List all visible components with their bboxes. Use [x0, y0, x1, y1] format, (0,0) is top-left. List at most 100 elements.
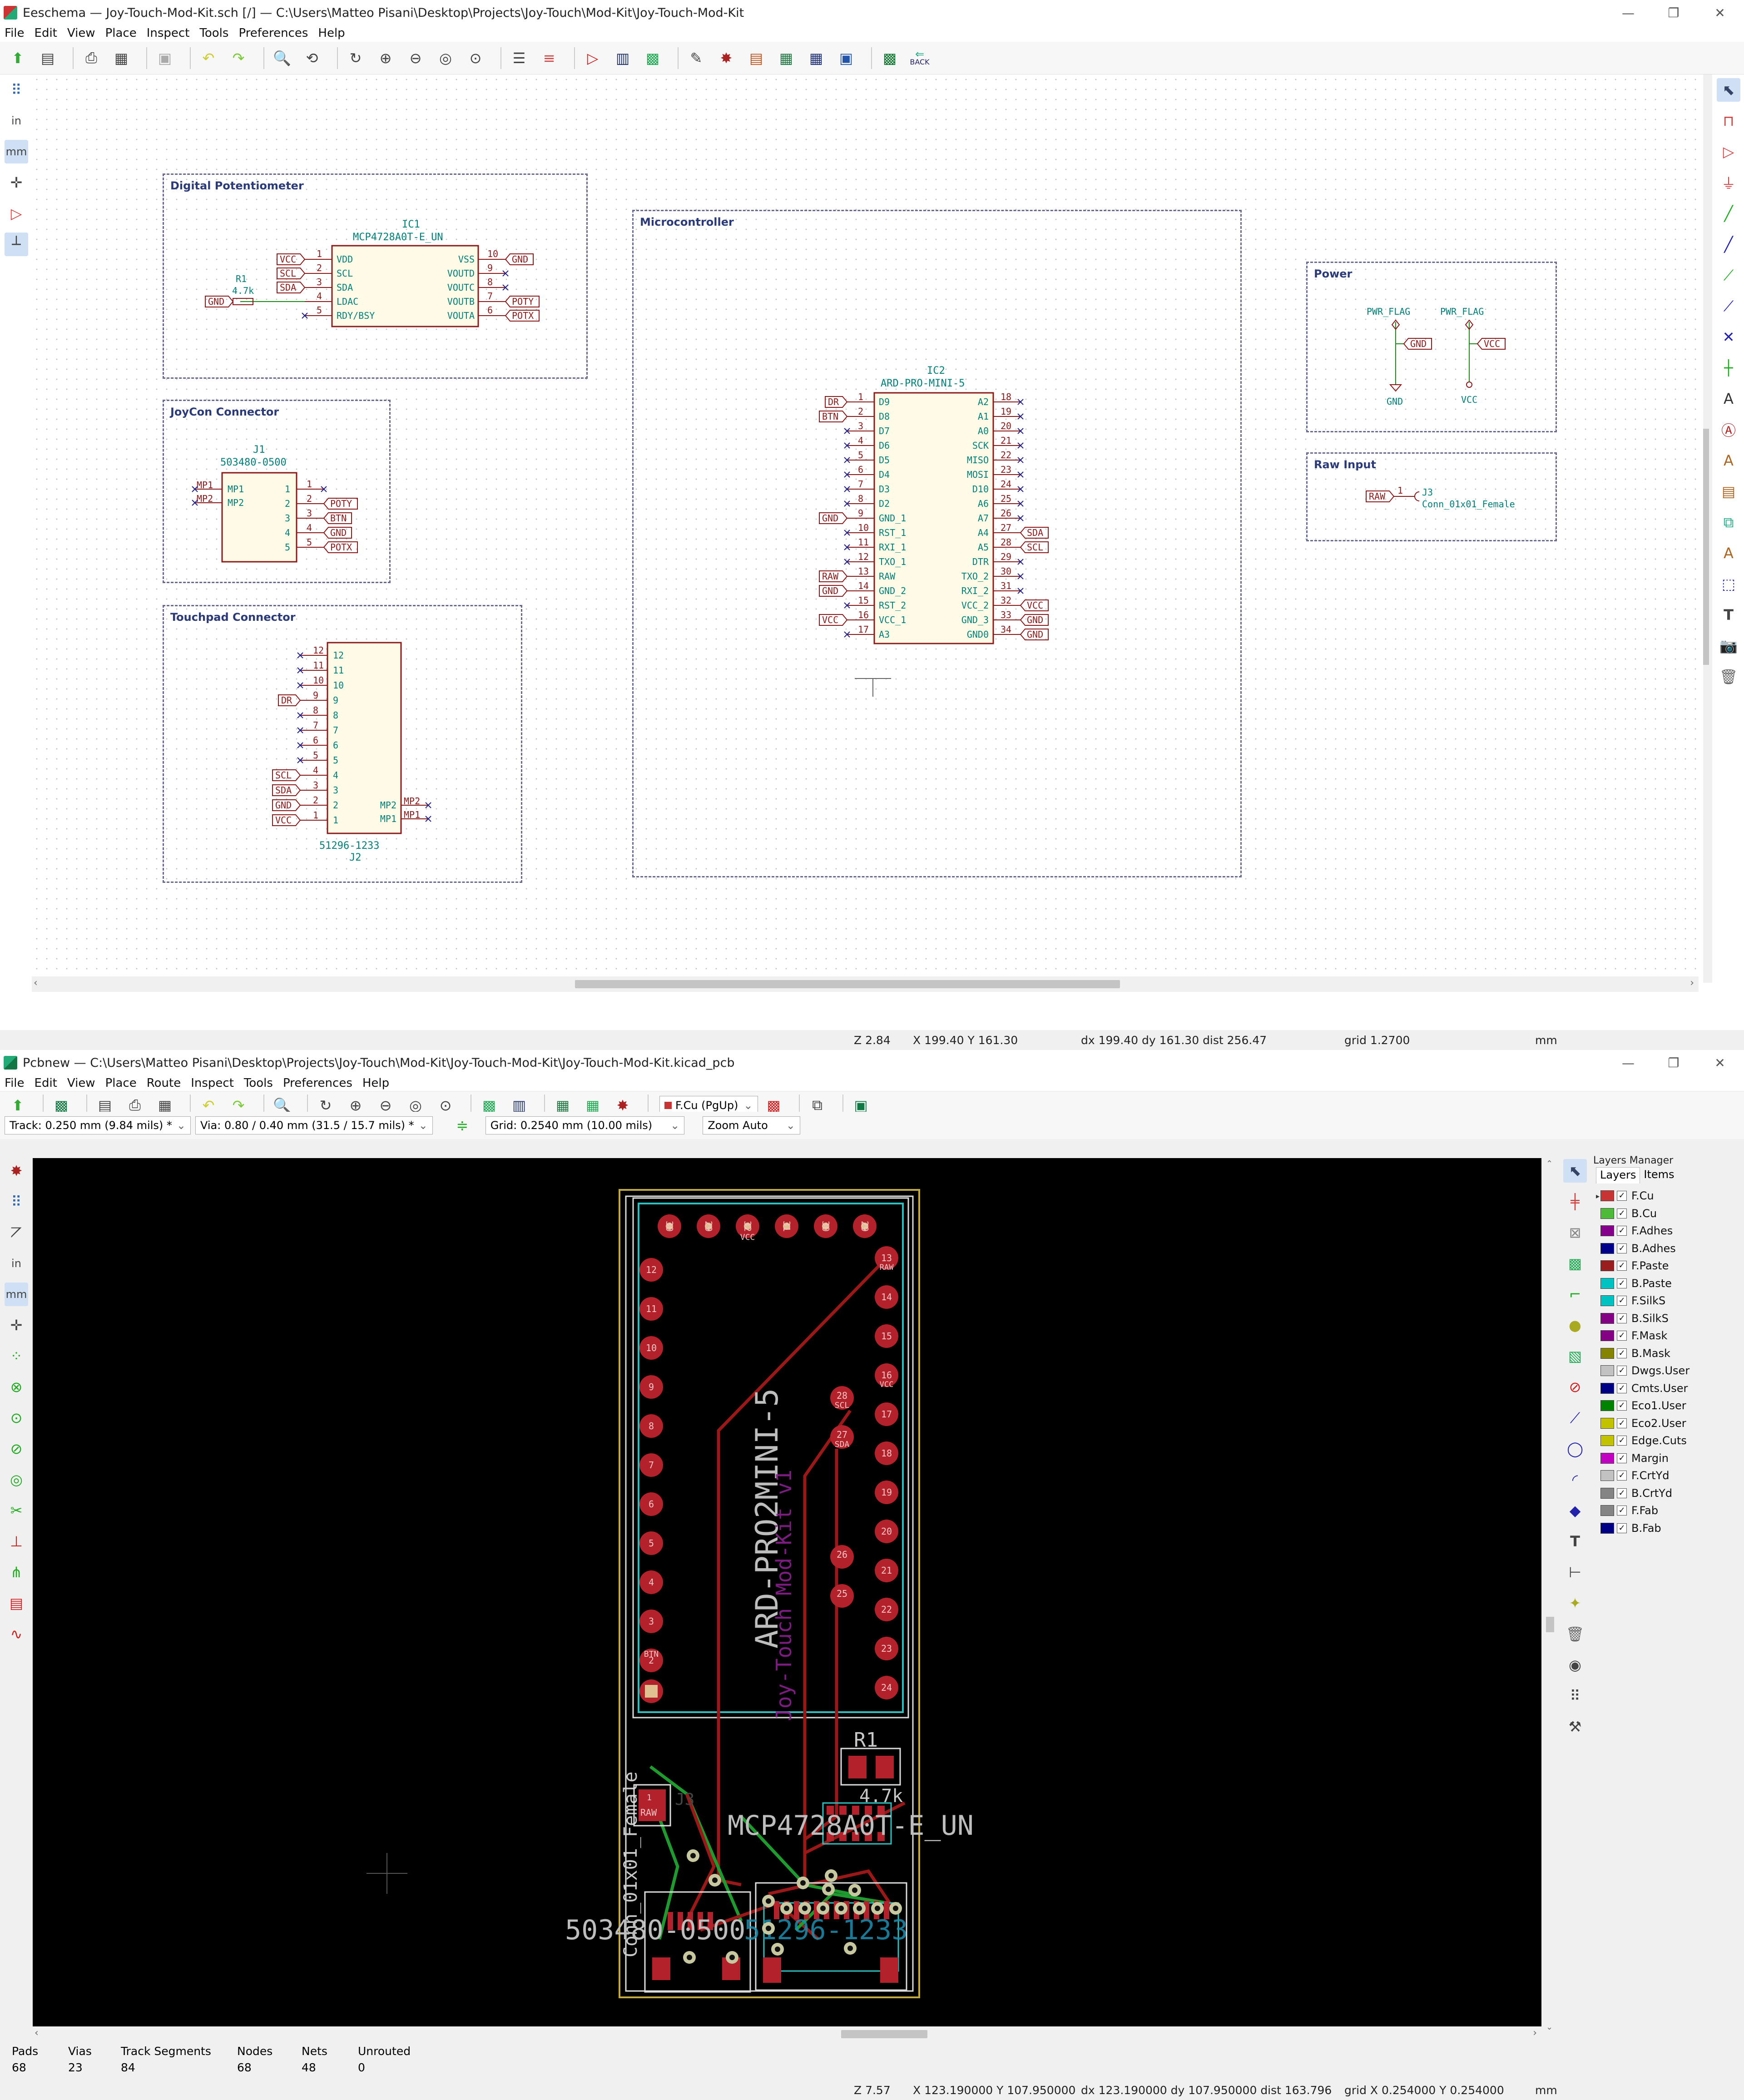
restore-icon[interactable]: ❐ — [1653, 1050, 1694, 1075]
footprint-editor-icon[interactable]: ▩ — [641, 47, 664, 69]
layer-visibility-checkbox[interactable]: ✓ — [1617, 1383, 1627, 1393]
redo-icon[interactable]: ↷ — [227, 47, 250, 69]
close-icon[interactable]: ✕ — [1699, 1050, 1740, 1075]
layer-color-swatch[interactable] — [1600, 1295, 1614, 1307]
layer-row[interactable]: ✓ B.Adhes — [1596, 1240, 1744, 1258]
layer-color-swatch[interactable] — [1600, 1365, 1614, 1377]
add-power-icon[interactable]: ⏚ — [1717, 171, 1740, 194]
layer-color-swatch[interactable] — [1600, 1260, 1614, 1272]
layer-visibility-checkbox[interactable]: ✓ — [1617, 1243, 1627, 1253]
via-sketch-icon[interactable]: ✂ — [5, 1499, 28, 1522]
microwave-toolbar-icon[interactable]: ∿ — [5, 1622, 28, 1646]
highlight-net-icon[interactable]: ╪ — [1563, 1190, 1587, 1213]
select-arrow-icon[interactable]: ⬉ — [1717, 78, 1740, 102]
paste-icon[interactable]: ▣ — [154, 47, 176, 69]
menu-route[interactable]: Route — [147, 1076, 181, 1090]
bom-table-icon[interactable]: ▦ — [805, 47, 827, 69]
schematic-canvas[interactable]: Digital Potentiometer IC1 MCP4728A0T-E_UN… — [32, 74, 1703, 983]
layer-row[interactable]: ▸ ✓ F.Cu — [1596, 1187, 1744, 1205]
layer-row[interactable]: ✓ B.Paste — [1596, 1275, 1744, 1293]
track-sketch-icon[interactable]: ⊥ — [5, 1530, 28, 1553]
library-browser-icon[interactable]: ▥ — [611, 47, 634, 69]
layer-row[interactable]: ✓ Eco1.User — [1596, 1397, 1744, 1415]
grid-toggle-icon[interactable]: ⠿ — [5, 78, 28, 102]
pcbnew-icon[interactable]: ▩ — [878, 47, 901, 69]
add-text-icon[interactable]: T — [1563, 1530, 1587, 1553]
sheet-microcontroller[interactable]: Microcontroller IC2 ARD-PRO-MINI-5 1 D9 DR 2 D… — [632, 210, 1242, 877]
menu-edit[interactable]: Edit — [35, 26, 57, 40]
delete-icon[interactable]: 🗑 — [1563, 1622, 1587, 1646]
sheet-digital-potentiometer[interactable]: Digital Potentiometer IC1 MCP4728A0T-E_UN… — [163, 173, 588, 379]
track-width-select[interactable]: Track: 0.250 mm (9.84 mils) * ⌄ — [5, 1116, 191, 1134]
layer-row[interactable]: ✓ B.SilkS — [1596, 1310, 1744, 1327]
graphic-lines-icon[interactable]: ⬚ — [1717, 572, 1740, 596]
close-icon[interactable]: ✕ — [1699, 0, 1740, 25]
layer-color-swatch[interactable] — [1600, 1208, 1614, 1219]
wire-entry-icon[interactable]: ⟋ — [1717, 263, 1740, 287]
horizontal-scrollbar[interactable]: ‹ › — [32, 976, 1699, 992]
menu-preferences[interactable]: Preferences — [283, 1076, 352, 1090]
global-label-icon[interactable]: Ⓐ — [1717, 418, 1740, 441]
add-image-icon[interactable]: 📷 — [1717, 634, 1740, 658]
add-arc-icon[interactable]: ◜ — [1563, 1468, 1587, 1491]
sheet-pin-icon[interactable]: A — [1717, 541, 1740, 565]
leave-sheet-icon[interactable]: ≡ — [538, 47, 560, 69]
cursor-shape-icon[interactable]: ✛ — [5, 171, 28, 194]
no-connect-icon[interactable]: ✕ — [1717, 325, 1740, 349]
layer-color-swatch[interactable] — [1600, 1225, 1614, 1237]
layer-visibility-checkbox[interactable]: ✓ — [1617, 1296, 1627, 1306]
menu-tools[interactable]: Tools — [244, 1076, 273, 1090]
sheet-power[interactable]: Power PWR_FLAG PWR_FLAG GND VCC GND VCC — [1306, 262, 1557, 432]
add-symbol-icon[interactable]: ▷ — [1717, 140, 1740, 163]
layer-color-swatch[interactable] — [1600, 1470, 1614, 1481]
layer-visibility-checkbox[interactable]: ✓ — [1617, 1366, 1627, 1376]
scroll-left-icon[interactable]: ‹ — [35, 2027, 39, 2039]
layers-manager-toggle-icon[interactable]: ▤ — [5, 1591, 28, 1615]
layer-row[interactable]: ✓ Cmts.User — [1596, 1380, 1744, 1397]
zone-outline-icon[interactable]: ⊙ — [5, 1406, 28, 1430]
add-zone-icon[interactable]: ▧ — [1563, 1344, 1587, 1368]
layer-visibility-checkbox[interactable]: ✓ — [1617, 1488, 1627, 1498]
layer-visibility-checkbox[interactable]: ✓ — [1617, 1191, 1627, 1201]
layer-visibility-checkbox[interactable]: ✓ — [1617, 1506, 1627, 1516]
zone-fill-icon[interactable]: ⊗ — [5, 1375, 28, 1399]
layer-visibility-checkbox[interactable]: ✓ — [1617, 1348, 1627, 1358]
via-size-select[interactable]: Via: 0.80 / 0.40 mm (31.5 / 15.7 mils) *… — [195, 1116, 433, 1134]
find-icon[interactable]: 🔍 — [271, 47, 293, 69]
menu-view[interactable]: View — [67, 1076, 95, 1090]
layer-color-swatch[interactable] — [1600, 1312, 1614, 1324]
layer-color-swatch[interactable] — [1600, 1505, 1614, 1516]
pcb-vertical-scrollbar[interactable]: ⌃ ⌄ — [1542, 1158, 1558, 2035]
new-sheet-icon[interactable]: ⬆ — [6, 47, 29, 69]
pad-sketch-icon[interactable]: ◎ — [5, 1468, 28, 1491]
hier-sheet-icon[interactable]: ▤ — [1717, 480, 1740, 503]
layer-row[interactable]: ✓ F.SilkS — [1596, 1292, 1744, 1310]
add-circle-icon[interactable]: ◯ — [1563, 1437, 1587, 1461]
layer-color-swatch[interactable] — [1600, 1330, 1614, 1342]
polar-coords-icon[interactable]: ⦢ — [5, 1221, 28, 1244]
layer-color-swatch[interactable] — [1600, 1190, 1614, 1202]
zoom-out-icon[interactable]: ⊖ — [404, 47, 427, 69]
layer-color-swatch[interactable] — [1600, 1522, 1614, 1534]
layer-color-swatch[interactable] — [1600, 1487, 1614, 1499]
assign-footprints-icon[interactable]: ▤ — [745, 47, 768, 69]
hierarchy-icon[interactable]: ☰ — [508, 47, 530, 69]
zoom-in-icon[interactable]: ⊕ — [374, 47, 397, 69]
layer-visibility-checkbox[interactable]: ✓ — [1617, 1261, 1627, 1271]
menu-place[interactable]: Place — [105, 1076, 137, 1090]
layer-row[interactable]: ✓ Margin — [1596, 1450, 1744, 1467]
menu-tools[interactable]: Tools — [199, 26, 228, 40]
hidden-pins-icon[interactable]: ▷ — [5, 202, 28, 225]
measure-icon[interactable]: ⚒ — [1563, 1715, 1587, 1738]
layer-color-swatch[interactable] — [1600, 1347, 1614, 1359]
high-contrast-icon[interactable]: ⋔ — [5, 1560, 28, 1584]
scroll-right-icon[interactable]: › — [1690, 977, 1694, 989]
scroll-right-icon[interactable]: › — [1533, 2027, 1537, 2039]
pcb-horizontal-scroll-thumb[interactable] — [841, 2030, 927, 2038]
menu-edit[interactable]: Edit — [35, 1076, 57, 1090]
restore-icon[interactable]: ❐ — [1653, 0, 1694, 25]
netlist-icon[interactable]: ▦ — [775, 47, 798, 69]
sheet-raw-input[interactable]: Raw Input RAW 1 J3 Conn_01x01_Female — [1306, 452, 1557, 541]
layer-row[interactable]: ✓ B.Fab — [1596, 1520, 1744, 1537]
orthogonal-lines-icon[interactable]: ┴ — [5, 233, 28, 256]
